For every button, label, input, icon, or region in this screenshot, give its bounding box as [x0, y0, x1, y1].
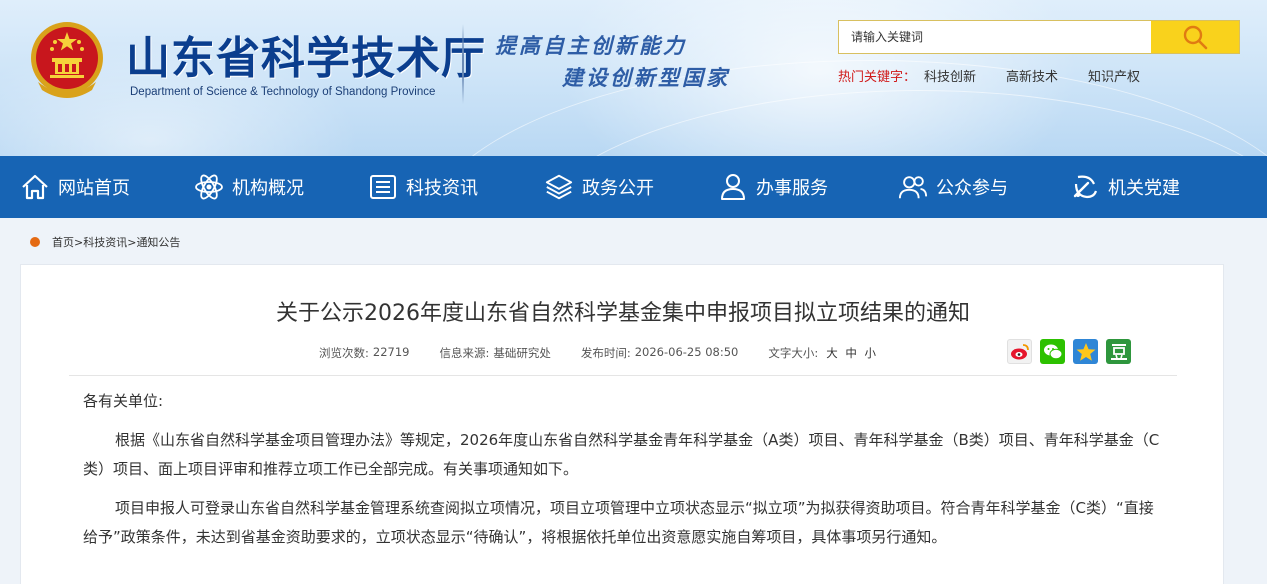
search-button[interactable] — [1151, 21, 1239, 53]
article-title: 关于公示2026年度山东省自然科学基金集中申报项目拟立项结果的通知 — [276, 301, 970, 326]
nav-label: 机关党建 — [1108, 178, 1180, 199]
nav-item-participation[interactable]: 公众参与 — [898, 156, 1008, 218]
nav-label: 机构概况 — [232, 178, 304, 199]
party-emblem-icon — [1070, 172, 1100, 202]
fontsize-large[interactable]: 大 — [826, 346, 838, 360]
search-box — [838, 20, 1240, 54]
org-name-cn: 山东省科学技术厅 — [126, 33, 486, 84]
atom-icon — [194, 172, 224, 202]
home-icon — [20, 172, 50, 202]
nav-item-home[interactable]: 网站首页 — [20, 156, 130, 218]
breadcrumb: 首页 > 科技资讯 > 通知公告 — [30, 234, 180, 250]
source-label: 信息来源: — [439, 346, 490, 360]
search-icon — [1183, 25, 1208, 50]
nav-item-gov-affairs[interactable]: 政务公开 — [544, 156, 654, 218]
slogan-line-2: 建设创新型国家 — [562, 65, 730, 90]
layers-icon — [544, 172, 574, 202]
hot-keywords-label: 热门关键字： — [838, 70, 917, 85]
breadcrumb-separator: > — [127, 235, 137, 249]
hot-keyword-link[interactable]: 科技创新 — [924, 66, 976, 85]
nav-item-party-building[interactable]: 机关党建 — [1070, 156, 1180, 218]
fontsize-options: 大 中 小 — [822, 345, 876, 361]
views-count: 22719 — [372, 345, 410, 359]
user-service-icon — [718, 172, 748, 202]
salutation: 各有关单位: — [83, 392, 164, 410]
source-value: 基础研究处 — [493, 346, 551, 360]
nav-label: 科技资讯 — [406, 178, 478, 199]
share-bar — [1007, 339, 1131, 364]
breadcrumb-notices[interactable]: 通知公告 — [136, 234, 180, 250]
nav-label: 办事服务 — [756, 178, 828, 199]
nav-item-news[interactable]: 科技资讯 — [368, 156, 478, 218]
news-icon — [368, 172, 398, 202]
breadcrumb-dot-icon — [30, 237, 40, 247]
site-header: 山东省科学技术厅 Department of Science & Technol… — [0, 0, 1267, 156]
qzone-icon[interactable] — [1073, 339, 1098, 364]
search-input[interactable] — [839, 21, 1151, 53]
main-nav: 网站首页 机构概况 科技资讯 政务公开 办事服务 公众参与 机关党建 — [0, 156, 1267, 218]
fontsize-label: 文字大小: — [768, 346, 819, 360]
paragraph: 项目申报人可登录山东省自然科学基金管理系统查阅拟立项情况，项目立项管理中立项状态… — [83, 499, 1154, 546]
fontsize-small[interactable]: 小 — [865, 346, 877, 360]
breadcrumb-home[interactable]: 首页 — [52, 234, 74, 250]
hot-keyword-link[interactable]: 知识产权 — [1088, 66, 1140, 85]
article-meta: 浏览次数: 22719 信息来源: 基础研究处 发布时间: 2026-06-25… — [319, 345, 880, 361]
wechat-icon[interactable] — [1040, 339, 1065, 364]
fontsize-medium[interactable]: 中 — [845, 346, 857, 360]
paragraph: 根据《山东省自然科学基金项目管理办法》等规定，2026年度山东省自然科学基金青年… — [83, 431, 1160, 478]
douban-icon[interactable] — [1106, 339, 1131, 364]
org-name-en: Department of Science & Technology of Sh… — [130, 86, 436, 98]
views-label: 浏览次数: — [319, 346, 369, 360]
article-body: 各有关单位: 根据《山东省自然科学基金项目管理办法》等规定，2026年度山东省自… — [83, 387, 1163, 562]
national-emblem-icon — [31, 22, 103, 98]
nav-item-services[interactable]: 办事服务 — [718, 156, 828, 218]
weibo-icon[interactable] — [1007, 339, 1032, 364]
nav-label: 网站首页 — [58, 178, 130, 199]
breadcrumb-separator: > — [74, 235, 84, 249]
publish-date: 2026-06-25 08:50 — [634, 345, 739, 359]
date-label: 发布时间: — [580, 346, 631, 360]
article-card: 关于公示2026年度山东省自然科学基金集中申报项目拟立项结果的通知 浏览次数: … — [20, 264, 1224, 584]
nav-label: 政务公开 — [582, 178, 654, 199]
title-divider — [69, 375, 1177, 376]
breadcrumb-news[interactable]: 科技资讯 — [83, 234, 127, 250]
hot-keywords: 热门关键字： 科技创新 高新技术 知识产权 — [838, 66, 1170, 85]
nav-label: 公众参与 — [936, 178, 1008, 199]
hot-keyword-link[interactable]: 高新技术 — [1006, 66, 1058, 85]
slogan-line-1: 提高自主创新能力 — [495, 33, 687, 58]
header-divider — [462, 24, 464, 104]
users-icon — [898, 172, 928, 202]
nav-item-about[interactable]: 机构概况 — [194, 156, 304, 218]
